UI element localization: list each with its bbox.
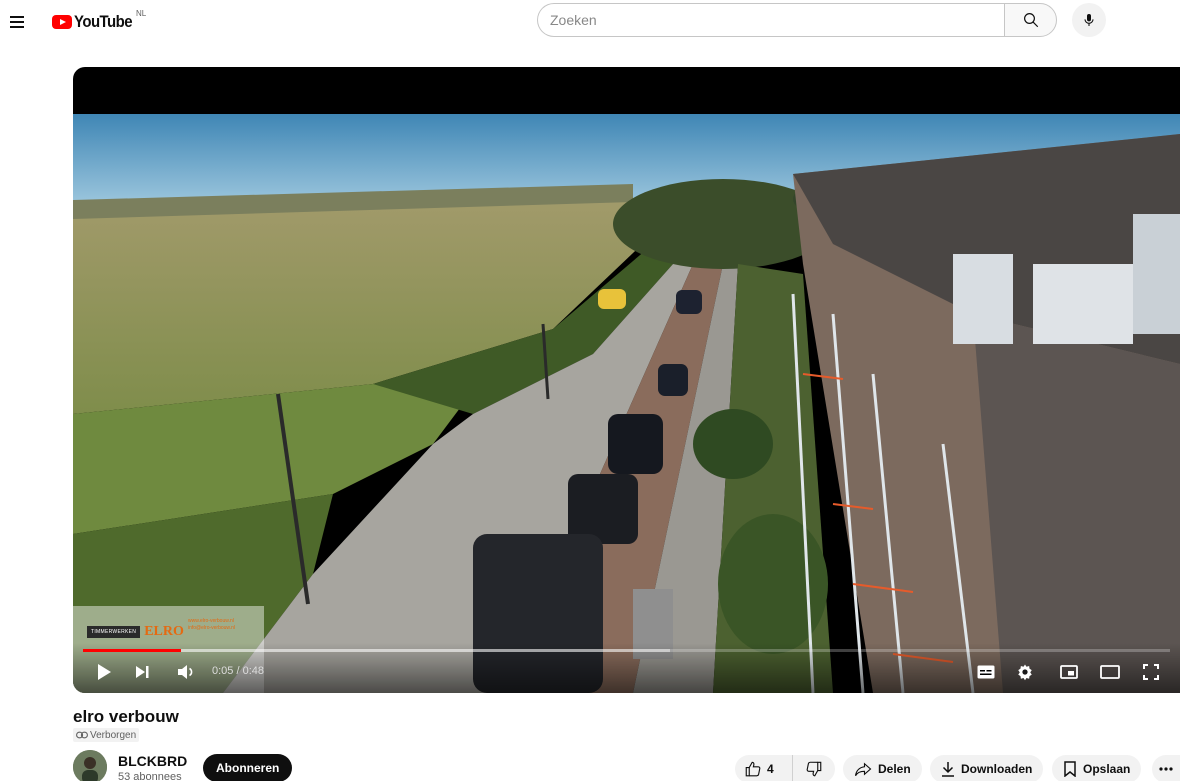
volume-button[interactable] (173, 659, 199, 685)
volume-icon (178, 665, 193, 679)
region-code: NL (136, 9, 147, 18)
play-button[interactable] (91, 659, 117, 685)
gear-icon (1018, 664, 1032, 681)
search-button[interactable] (1004, 3, 1057, 37)
like-count: 4 (767, 762, 774, 776)
link-icon (76, 731, 88, 739)
subscriber-count: 53 abonnees (118, 771, 182, 781)
thumbs-down-icon (806, 761, 822, 777)
fullscreen-icon (1143, 664, 1159, 680)
save-label: Opslaan (1083, 762, 1131, 776)
next-button[interactable] (129, 659, 155, 685)
miniplayer-icon (1060, 665, 1078, 679)
watermark-website: www.elro-verbouw.nl (188, 618, 234, 624)
search-box (537, 3, 1057, 37)
channel-avatar[interactable] (73, 750, 107, 781)
subtitles-button[interactable] (974, 659, 998, 685)
download-button[interactable]: Downloaden (930, 755, 1044, 781)
watermark-info: www.elro-verbouw.nl info@elro-verbouw.nl (188, 618, 235, 632)
watermark-email: info@elro-verbouw.nl (188, 625, 236, 631)
search-icon (1023, 13, 1038, 28)
more-actions-button[interactable] (1152, 755, 1180, 781)
search-input[interactable] (537, 3, 1004, 37)
time-display: 0:05 / 0:48 (212, 665, 264, 677)
play-icon (98, 664, 111, 680)
download-label: Downloaden (961, 762, 1033, 776)
progress-bar[interactable] (83, 649, 1170, 652)
next-icon (136, 666, 149, 678)
share-label: Delen (878, 762, 911, 776)
watermark-logo: TIMMERWERKEN ELRO (87, 624, 184, 640)
settings-button[interactable] (1013, 659, 1037, 685)
logo-text: YouTube (74, 12, 133, 31)
youtube-logo[interactable]: YouTube NL (52, 9, 146, 32)
fullscreen-button[interactable] (1139, 659, 1163, 685)
save-button[interactable]: Opslaan (1052, 755, 1142, 781)
like-button[interactable]: 4 (735, 755, 793, 781)
avatar-image (73, 750, 107, 781)
dislike-button[interactable] (793, 755, 835, 781)
visibility-badge: Verborgen (73, 728, 140, 742)
visibility-label: Verborgen (90, 729, 137, 741)
share-icon (854, 762, 872, 777)
more-horizontal-icon (1159, 767, 1173, 771)
thumbs-up-icon (745, 761, 761, 777)
subscribe-button[interactable]: Abonneren (203, 754, 293, 781)
progress-played (83, 649, 181, 652)
like-dislike-group: 4 (735, 755, 835, 781)
theater-icon (1100, 665, 1120, 679)
video-title: elro verbouw (73, 707, 179, 726)
miniplayer-button[interactable] (1057, 659, 1081, 685)
subtitles-icon (977, 665, 995, 679)
download-icon (942, 762, 954, 777)
microphone-icon (1084, 14, 1094, 26)
youtube-play-icon (52, 15, 72, 29)
video-player[interactable]: TIMMERWERKEN ELRO www.elro-verbouw.nl in… (73, 67, 1180, 693)
theater-mode-button[interactable] (1097, 659, 1123, 685)
channel-name[interactable]: BLCKBRD (118, 753, 187, 769)
watermark-brand-right: ELRO (144, 624, 184, 639)
menu-icon[interactable] (8, 10, 30, 32)
bookmark-icon (1064, 761, 1076, 777)
share-button[interactable]: Delen (843, 755, 922, 781)
watermark-brand-left: TIMMERWERKEN (87, 626, 141, 638)
voice-search-button[interactable] (1072, 3, 1106, 37)
top-bar: YouTube NL (0, 0, 1180, 44)
